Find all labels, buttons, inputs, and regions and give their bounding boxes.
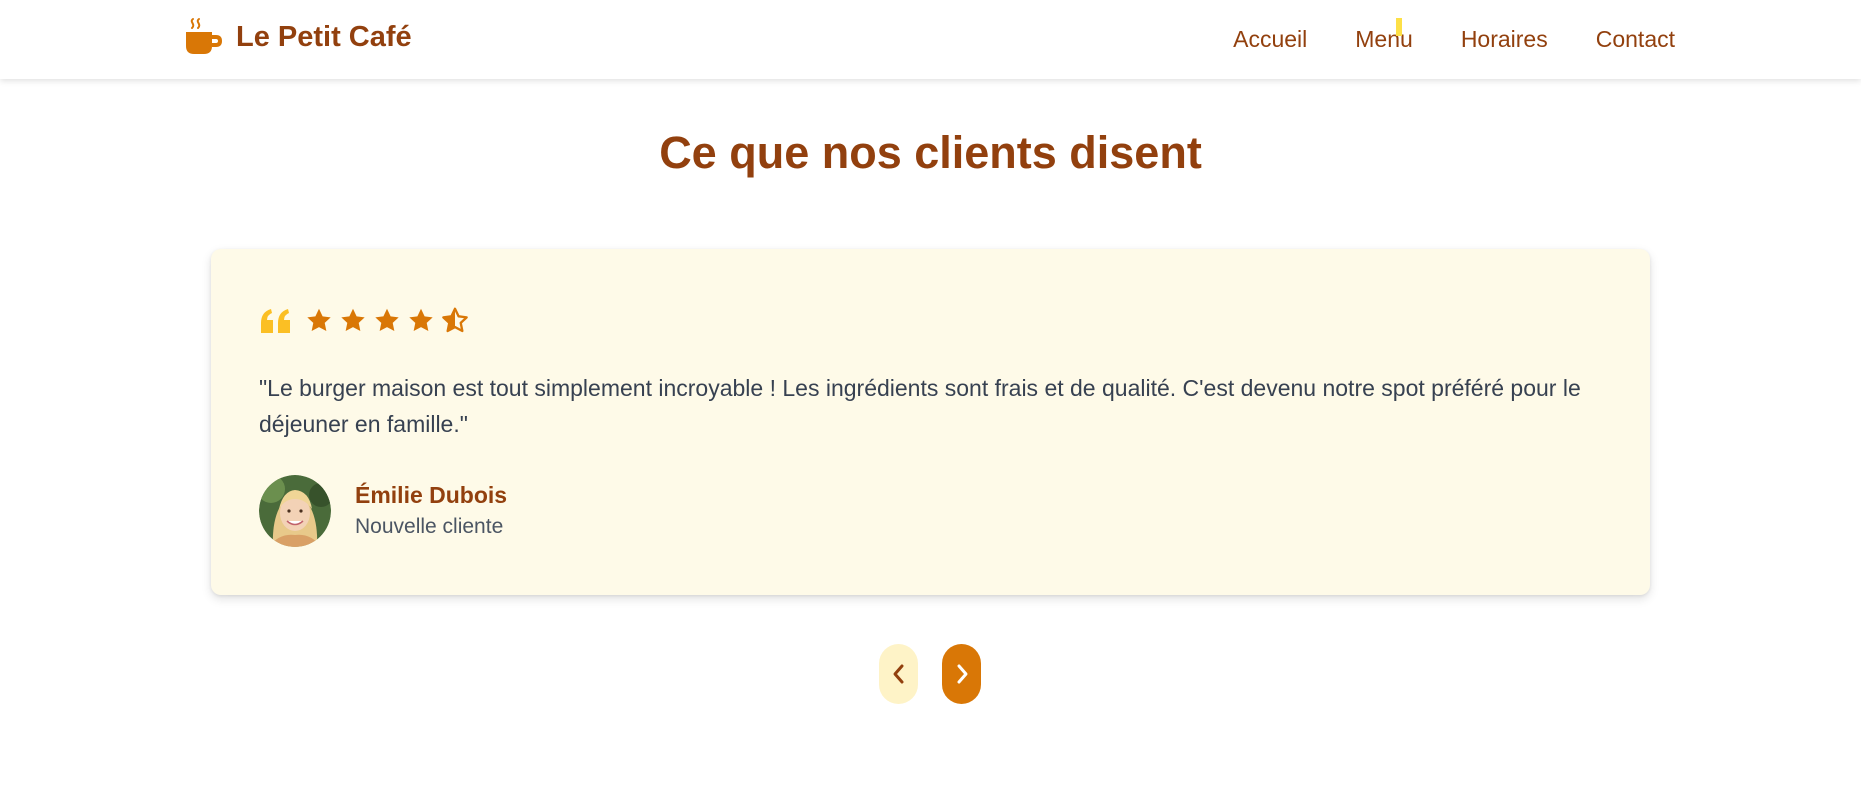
next-testimonial-button[interactable]: [942, 644, 981, 704]
star-full-icon: [307, 308, 331, 332]
reviewer-text: Émilie Dubois Nouvelle cliente: [355, 480, 507, 542]
star-full-icon: [375, 308, 399, 332]
star-full-icon: [341, 308, 365, 332]
site-header: Le Petit Café Accueil Menu Horaires Cont…: [0, 0, 1861, 79]
nav-link-horaires[interactable]: Horaires: [1461, 22, 1548, 56]
previous-testimonial-button[interactable]: [879, 644, 918, 704]
star-full-icon: [409, 308, 433, 332]
nav-link-accueil[interactable]: Accueil: [1233, 22, 1307, 56]
avatar: [259, 475, 331, 547]
reviewer-role: Nouvelle cliente: [355, 515, 504, 538]
reviewer-info: Émilie Dubois Nouvelle cliente: [259, 475, 507, 547]
star-rating: [305, 307, 469, 335]
carousel-controls: [879, 644, 981, 704]
testimonial-card: "Le burger maison est tout simplement in…: [211, 249, 1650, 595]
nav-link-contact[interactable]: Contact: [1596, 22, 1675, 56]
reviewer-name: Émilie Dubois: [355, 482, 508, 508]
brand-logo-link[interactable]: Le Petit Café: [184, 17, 412, 57]
text-cursor-marker: [1396, 18, 1403, 36]
main-nav: Accueil Menu Horaires Contact: [1233, 18, 1675, 56]
quote-icon: [261, 309, 290, 333]
chevron-right-icon: [957, 664, 967, 684]
review-text: "Le burger maison est tout simplement in…: [259, 375, 1581, 437]
coffee-cup-icon: [186, 18, 222, 54]
section-title: Ce que nos clients disent: [659, 127, 1202, 178]
rating-row: [259, 307, 469, 335]
nav-link-menu-label: Menu: [1355, 26, 1413, 52]
star-half-icon: [442, 307, 468, 333]
chevron-left-icon: [893, 664, 903, 684]
brand-name: Le Petit Café: [236, 20, 412, 53]
nav-link-menu[interactable]: Menu: [1355, 18, 1413, 56]
